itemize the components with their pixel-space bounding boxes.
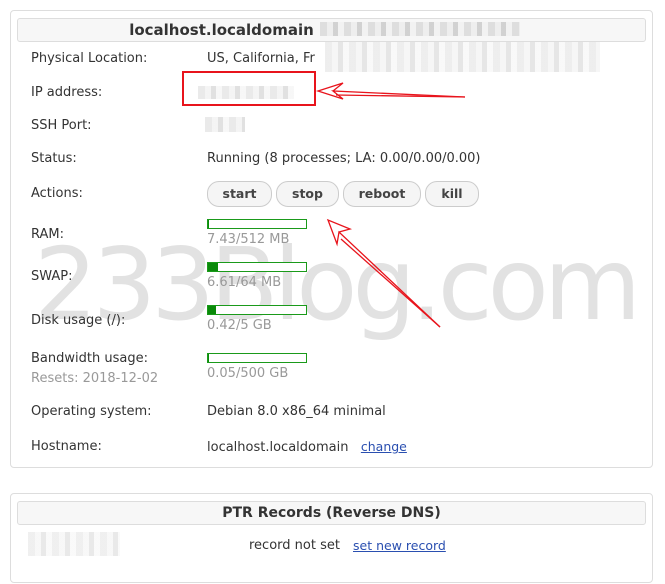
arrow-to-stop xyxy=(326,218,441,328)
ptr-status: record not set xyxy=(249,538,340,553)
set-new-record-link[interactable]: set new record xyxy=(353,538,446,553)
redacted-ptr-ip xyxy=(28,532,120,556)
arrow-to-ip xyxy=(315,82,466,100)
ptr-title: PTR Records (Reverse DNS) xyxy=(17,501,646,525)
